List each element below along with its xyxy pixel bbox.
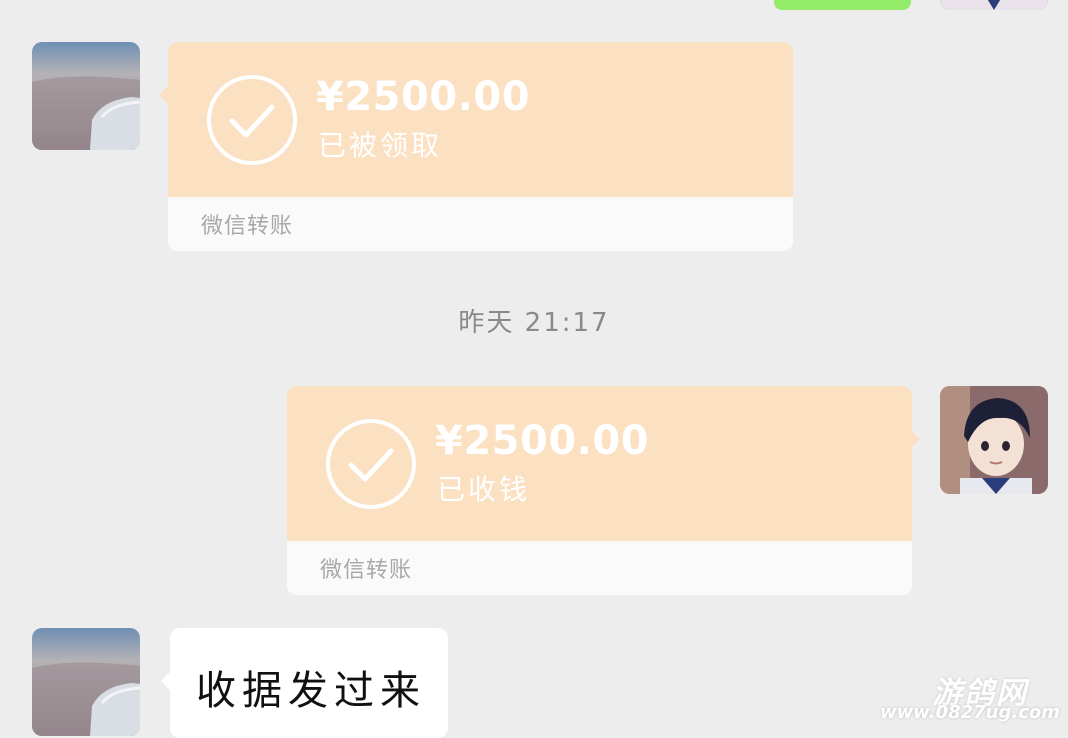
- watermark-url: www.0827ug.com: [880, 702, 1060, 723]
- transfer-footer: 微信转账: [168, 197, 793, 251]
- check-circle-icon: [326, 419, 416, 509]
- transfer-card-collected[interactable]: ¥2500.00 已收钱 微信转账: [287, 386, 912, 595]
- contact-avatar[interactable]: [32, 628, 140, 736]
- transfer-amount: ¥2500.00: [435, 418, 650, 464]
- self-avatar-partial[interactable]: [940, 0, 1048, 10]
- transfer-card-received[interactable]: ¥2500.00 已被领取 微信转账: [168, 42, 793, 251]
- transfer-amount: ¥2500.00: [316, 74, 531, 120]
- text-message-bubble[interactable]: 收据发过来: [161, 628, 448, 738]
- message-text: 收据发过来: [196, 668, 426, 714]
- bubble-tail: [911, 430, 920, 448]
- message-timestamp: 昨天 21:17: [458, 308, 610, 338]
- bubble-tail: [161, 672, 170, 690]
- transfer-footer: 微信转账: [287, 541, 912, 595]
- check-circle-icon: [207, 75, 297, 165]
- previous-sent-bubble[interactable]: [774, 0, 911, 10]
- self-avatar[interactable]: [940, 386, 1048, 494]
- transfer-status: 已被领取: [318, 129, 443, 162]
- transfer-status: 已收钱: [437, 473, 531, 506]
- bubble-tail: [159, 86, 168, 104]
- contact-avatar[interactable]: [32, 42, 140, 150]
